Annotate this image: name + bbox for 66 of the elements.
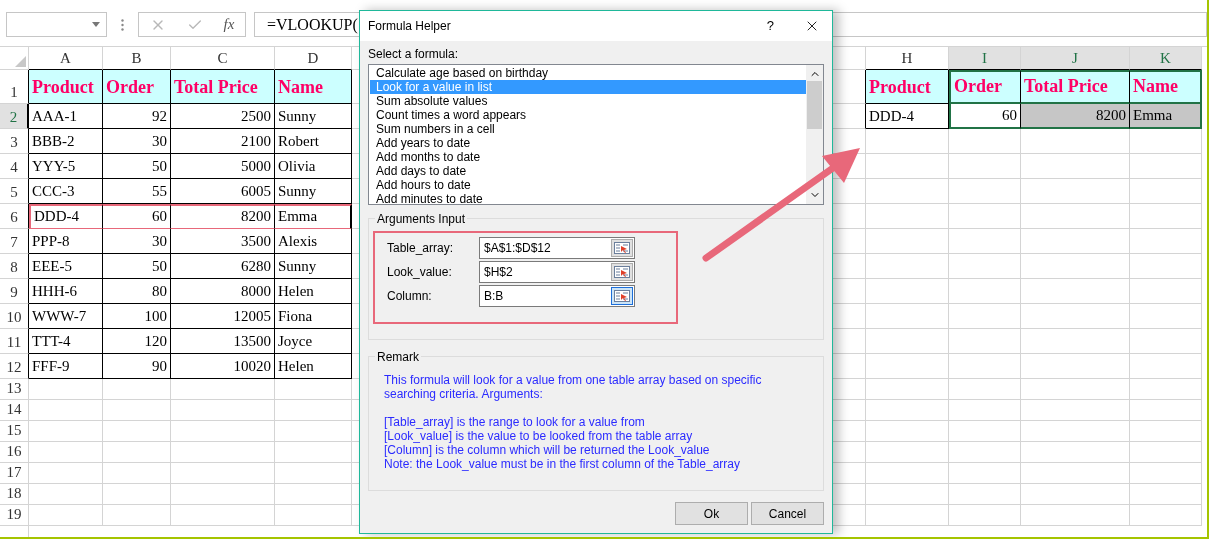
header-cell: Total Price (171, 70, 275, 104)
argument-label: Table_array: (387, 240, 455, 257)
table-cell: 30 (103, 129, 171, 154)
table-cell: 60 (103, 204, 171, 229)
table-cell: Sunny (275, 179, 352, 204)
header-cell: Product (866, 70, 949, 104)
table-cell: 55 (103, 179, 171, 204)
table-cell: Robert (275, 129, 352, 154)
table-cell: 5000 (171, 154, 275, 179)
table-cell: 8200 (1021, 104, 1130, 129)
table-cell: 10020 (171, 354, 275, 379)
header-cell: Product (29, 70, 103, 104)
table-cell: 80 (103, 279, 171, 304)
table-cell: 2100 (171, 129, 275, 154)
header-cell: Name (275, 70, 352, 104)
table-cell: YYY-5 (29, 154, 103, 179)
argument-label: Look_value: (387, 264, 453, 281)
table-cell: 6005 (171, 179, 275, 204)
table-cell: DDD-4 (29, 204, 103, 229)
table-cell: 8000 (171, 279, 275, 304)
table-cell: Emma (1130, 104, 1202, 129)
table-cell: HHH-6 (29, 279, 103, 304)
header-cell: Total Price (1021, 70, 1130, 104)
table-cell: PPP-8 (29, 229, 103, 254)
remark-text: Note: the Look_value must be in the first column of the Table_array (384, 457, 741, 471)
table-cell: CCC-3 (29, 179, 103, 204)
table-cell: 6280 (171, 254, 275, 279)
header-cell: Order (103, 70, 171, 104)
table-cell: Helen (275, 279, 352, 304)
table-cell: Sunny (275, 104, 352, 129)
table-cell: FFF-9 (29, 354, 103, 379)
dialog-title: Formula Helper (368, 18, 452, 35)
argument-label: Column: (387, 288, 433, 305)
table-cell: 30 (103, 229, 171, 254)
table-cell: Alexis (275, 229, 352, 254)
remark-text: This formula will look for a value from one table array based on specific searching criteria. Arguments: (384, 373, 763, 401)
header-cell: Name (1130, 70, 1202, 104)
select-label: Select a formula: (368, 46, 460, 62)
table-cell: BBB-2 (29, 129, 103, 154)
table-cell: 3500 (171, 229, 275, 254)
remark-text: [Look_value] is the value to be looked from the table array (384, 429, 694, 443)
remark-text: [Column] is the column which will be returned the Look_value (384, 443, 711, 457)
table-cell: Fiona (275, 304, 352, 329)
table-cell: Helen (275, 354, 352, 379)
table-cell: 8200 (171, 204, 275, 229)
table-cell: 2500 (171, 104, 275, 129)
table-cell: Sunny (275, 254, 352, 279)
header-cell: Order (949, 70, 1021, 104)
table-cell: 12005 (171, 304, 275, 329)
table-cell: 120 (103, 329, 171, 354)
table-cell: 50 (103, 154, 171, 179)
table-cell: Joyce (275, 329, 352, 354)
table-cell: Emma (275, 204, 352, 229)
remark-text: [Table_array] is the range to look for a value from (384, 415, 646, 429)
table-cell: EEE-5 (29, 254, 103, 279)
table-cell: 60 (949, 104, 1021, 129)
table-cell: AAA-1 (29, 104, 103, 129)
table-cell: 90 (103, 354, 171, 379)
table-cell: TTT-4 (29, 329, 103, 354)
table-cell: WWW-7 (29, 304, 103, 329)
table-cell: Olivia (275, 154, 352, 179)
table-cell: 100 (103, 304, 171, 329)
table-cell: 92 (103, 104, 171, 129)
table-cell: 50 (103, 254, 171, 279)
table-cell: DDD-4 (866, 104, 949, 129)
table-cell: 13500 (171, 329, 275, 354)
